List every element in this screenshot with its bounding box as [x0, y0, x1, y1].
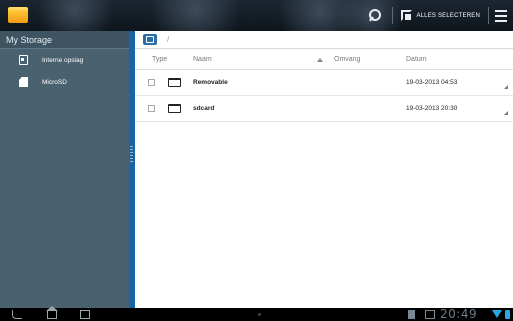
back-icon[interactable]	[12, 310, 22, 319]
internal-storage-icon	[19, 55, 28, 65]
row-checkbox[interactable]	[148, 79, 155, 86]
background-decoration	[140, 0, 250, 31]
home-icon[interactable]	[46, 306, 58, 319]
sidebar-item-label: Interne opslag	[42, 56, 84, 64]
file-date: 19-03-2013 04:53	[406, 79, 458, 86]
column-header-size[interactable]: Omvang	[334, 56, 360, 63]
background-decoration	[30, 0, 120, 31]
drag-handle-icon[interactable]	[130, 146, 133, 164]
storage-root-button[interactable]	[143, 34, 157, 45]
recent-apps-icon[interactable]	[80, 310, 90, 319]
breadcrumb-separator: /	[167, 35, 170, 44]
row-checkbox[interactable]	[148, 105, 155, 112]
action-separator	[392, 7, 394, 24]
storage-sidebar: My Storage Interne opslag MicroSD	[0, 31, 130, 308]
notification-file-icon[interactable]	[408, 310, 415, 319]
sd-card-icon	[19, 77, 28, 87]
action-separator	[488, 7, 489, 24]
notification-screen-icon[interactable]	[425, 310, 435, 319]
file-name: sdcard	[193, 105, 215, 112]
folder-app-icon[interactable]	[8, 7, 28, 23]
table-row[interactable]: sdcard 19-03-2013 20:30	[135, 96, 513, 122]
sidebar-item-internal-storage[interactable]: Interne opslag	[0, 49, 130, 71]
column-header-name[interactable]: Naam	[193, 56, 212, 63]
file-name: Removable	[193, 79, 228, 86]
table-row[interactable]: Removable 19-03-2013 04:53	[135, 70, 513, 96]
sort-ascending-icon[interactable]	[317, 58, 323, 62]
folder-icon	[168, 104, 181, 113]
sidebar-item-label: MicroSD	[42, 78, 67, 86]
file-date: 19-03-2013 20:30	[406, 105, 458, 112]
select-all-icon	[401, 10, 413, 21]
breadcrumb: /	[135, 31, 513, 49]
row-corner-arrow-icon	[504, 85, 508, 89]
system-nav-bar: 20:49	[0, 306, 513, 321]
menu-icon[interactable]	[495, 9, 507, 22]
sidebar-item-microsd[interactable]: MicroSD	[0, 71, 130, 93]
menu-dot-icon[interactable]	[258, 313, 261, 316]
column-header-type[interactable]: Type	[152, 56, 167, 63]
table-header: Type Naam Omvang Datum	[135, 49, 513, 70]
folder-icon	[168, 78, 181, 87]
search-icon[interactable]	[368, 8, 382, 23]
row-corner-arrow-icon	[504, 111, 508, 115]
action-bar: ALLES SELECTEREN	[0, 0, 513, 31]
file-list-panel: / Type Naam Omvang Datum Removable 19-03…	[135, 31, 513, 308]
battery-icon	[505, 310, 510, 319]
select-all-label: ALLES SELECTEREN	[416, 12, 480, 19]
column-header-date[interactable]: Datum	[406, 56, 427, 63]
status-clock[interactable]: 20:49	[440, 307, 477, 321]
select-all-button[interactable]: ALLES SELECTEREN	[399, 5, 482, 27]
wifi-icon	[492, 310, 502, 318]
sidebar-title: My Storage	[0, 31, 130, 49]
